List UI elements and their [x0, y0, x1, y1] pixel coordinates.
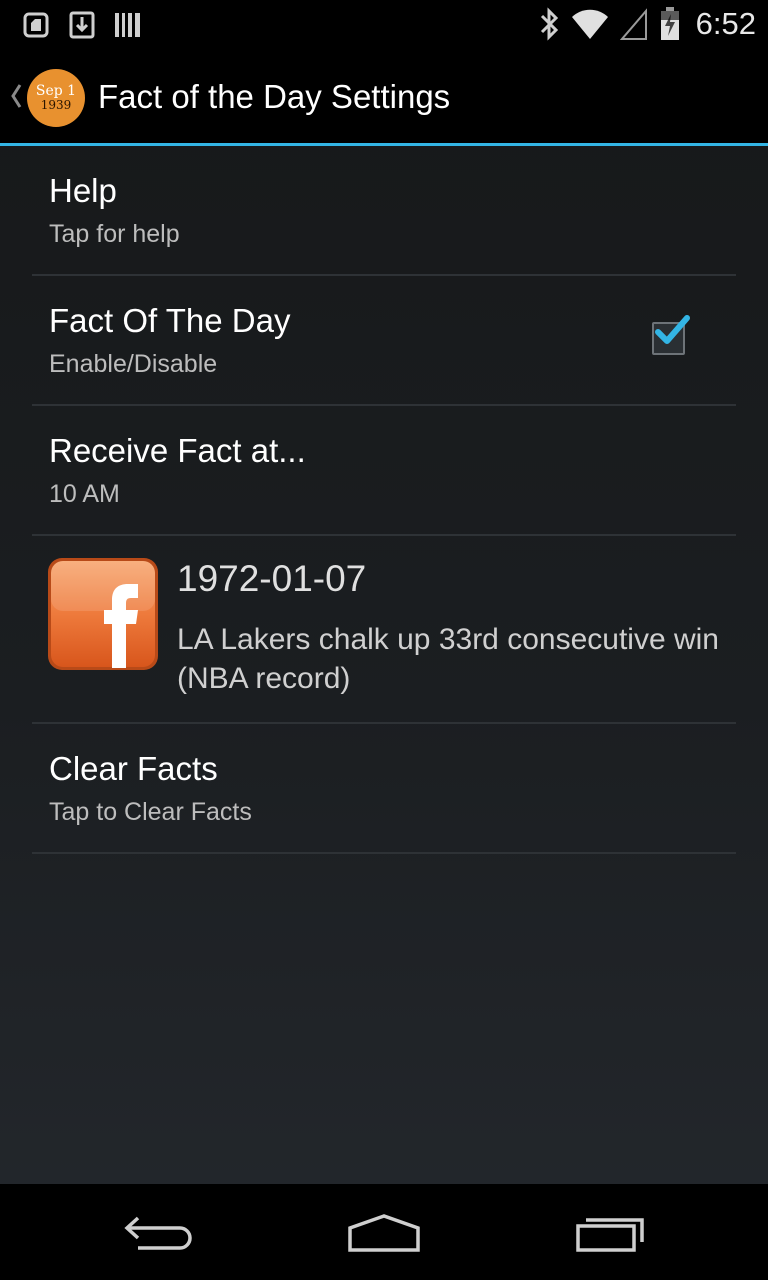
pref-summary: Tap for help	[49, 220, 180, 248]
status-bar: 6:52	[0, 0, 768, 50]
pref-fact-of-the-day[interactable]: Fact Of The Day Enable/Disable	[32, 276, 736, 406]
logo-year: 1939	[40, 98, 72, 113]
bluetooth-icon	[540, 7, 558, 41]
checkmark-icon	[655, 315, 690, 344]
notification-icons	[22, 10, 142, 40]
pref-title: Receive Fact at...	[49, 432, 306, 469]
back-icon[interactable]	[122, 1212, 198, 1254]
page-title: Fact of the Day Settings	[98, 78, 451, 115]
up-navigation-icon[interactable]	[8, 81, 24, 111]
pref-title: Clear Facts	[49, 750, 218, 787]
navigation-bar	[0, 1184, 768, 1280]
download-icon	[69, 11, 95, 39]
fact-date: 1972-01-07	[177, 558, 367, 599]
pref-clear-facts[interactable]: Clear Facts Tap to Clear Facts	[32, 724, 736, 854]
wifi-icon	[571, 9, 608, 39]
clock: 6:52	[695, 6, 756, 41]
pref-title: Help	[49, 172, 117, 209]
logo-date: Sep 1	[35, 83, 77, 100]
action-bar: Sep 1 1939 Fact of the Day Settings	[0, 50, 768, 144]
barcode-icon	[115, 13, 140, 37]
pref-receive-time[interactable]: Receive Fact at... 10 AM	[32, 406, 736, 536]
pref-summary: Tap to Clear Facts	[49, 798, 252, 826]
home-icon[interactable]	[346, 1212, 422, 1254]
fact-text: LA Lakers chalk up 33rd consecutive win …	[177, 623, 719, 695]
pref-help[interactable]: Help Tap for help	[32, 146, 736, 276]
recent-apps-icon[interactable]	[572, 1212, 648, 1254]
pref-latest-fact[interactable]: 1972-01-07 LA Lakers chalk up 33rd conse…	[32, 536, 736, 724]
signal-icon	[619, 8, 647, 40]
sd-card-icon	[23, 12, 49, 38]
pref-title: Fact Of The Day	[49, 302, 291, 339]
app-logo[interactable]: Sep 1 1939	[27, 69, 85, 127]
pref-summary: 10 AM	[49, 480, 120, 508]
system-icons: 6:52	[538, 6, 756, 42]
battery-icon	[660, 7, 679, 40]
preference-list: Help Tap for help Fact Of The Day Enable…	[0, 146, 768, 854]
facebook-icon[interactable]	[46, 556, 160, 674]
pref-summary: Enable/Disable	[49, 350, 218, 378]
